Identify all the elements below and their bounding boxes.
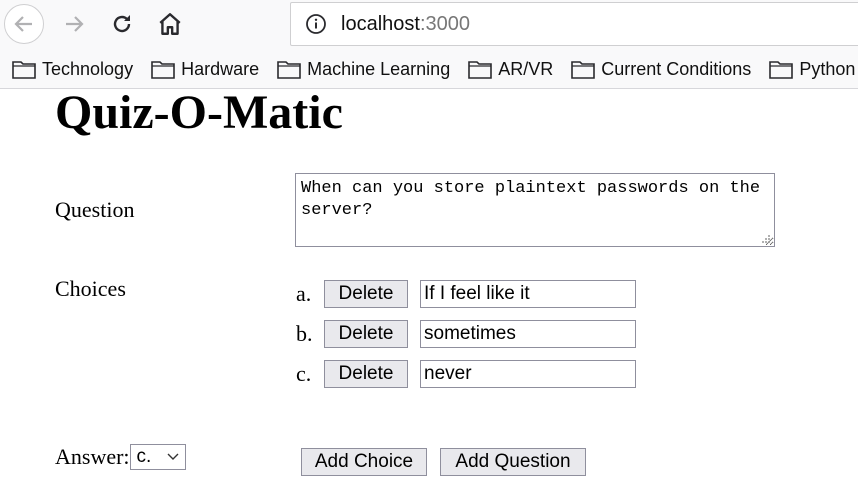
choices-label: Choices — [55, 276, 126, 301]
choice-letter: a. — [296, 281, 312, 306]
bookmark-python[interactable]: Python — [769, 59, 855, 80]
browser-toolbar: localhost:3000 — [0, 0, 858, 50]
question-textarea[interactable]: When can you store plaintext passwords o… — [295, 173, 775, 247]
bookmark-technology[interactable]: Technology — [12, 59, 133, 80]
choice-row-b: b. Delete — [296, 319, 636, 349]
delete-choice-c-button[interactable]: Delete — [324, 360, 408, 388]
bookmark-machine-learning[interactable]: Machine Learning — [277, 59, 450, 80]
bookmark-ar-vr[interactable]: AR/VR — [468, 59, 553, 80]
add-question-button[interactable]: Add Question — [440, 448, 586, 476]
bookmark-label: Machine Learning — [307, 58, 451, 79]
home-button[interactable] — [150, 4, 190, 44]
folder-icon — [571, 61, 596, 79]
url-host: localhost — [341, 12, 420, 35]
bookmark-label: AR/VR — [498, 58, 554, 79]
home-icon — [159, 13, 181, 35]
folder-icon — [468, 61, 493, 79]
url-port: :3000 — [419, 12, 470, 35]
answer-select[interactable]: c. — [129, 444, 186, 470]
folder-icon — [277, 61, 301, 79]
forward-icon — [66, 16, 84, 32]
back-button[interactable] — [4, 4, 44, 44]
delete-choice-b-button[interactable]: Delete — [324, 320, 408, 348]
choice-letter: b. — [296, 321, 313, 346]
choice-c-input[interactable] — [420, 360, 636, 388]
forward-button[interactable] — [54, 4, 94, 44]
folder-icon — [12, 61, 36, 79]
chevron-down-icon — [167, 453, 179, 460]
page-title: Quiz-O-Matic — [55, 86, 343, 139]
folder-icon — [151, 61, 175, 79]
answer-group: Answer: c. — [55, 443, 186, 471]
answer-label: Answer: — [55, 444, 130, 469]
reload-button[interactable] — [102, 4, 142, 44]
bookmark-label: Technology — [42, 58, 134, 79]
bookmark-label: Python — [799, 58, 856, 79]
choice-letter: c. — [296, 361, 312, 386]
bookmark-hardware[interactable]: Hardware — [151, 59, 259, 80]
bookmark-label: Hardware — [181, 58, 260, 79]
reload-icon — [113, 15, 131, 33]
bookmark-label: Current Conditions — [601, 58, 752, 79]
choice-row-a: a. Delete — [296, 279, 636, 309]
back-icon — [14, 16, 32, 32]
question-label: Question — [55, 197, 135, 222]
delete-choice-a-button[interactable]: Delete — [324, 280, 408, 308]
url-text[interactable]: localhost:3000 — [341, 13, 470, 36]
bookmarks-bar: Technology Hardware Machine Learning AR/… — [0, 50, 858, 89]
choice-row-c: c. Delete — [296, 359, 636, 389]
choice-a-input[interactable] — [420, 280, 636, 308]
resize-grip-icon[interactable] — [761, 234, 771, 244]
choice-b-input[interactable] — [420, 320, 636, 348]
folder-icon — [769, 61, 794, 79]
add-choice-button[interactable]: Add Choice — [301, 448, 427, 476]
info-icon[interactable] — [305, 13, 327, 35]
bookmark-current-conditions[interactable]: Current Conditions — [571, 59, 751, 80]
url-bar[interactable]: localhost:3000 — [290, 2, 858, 46]
answer-selected-value: c. — [136, 446, 152, 467]
